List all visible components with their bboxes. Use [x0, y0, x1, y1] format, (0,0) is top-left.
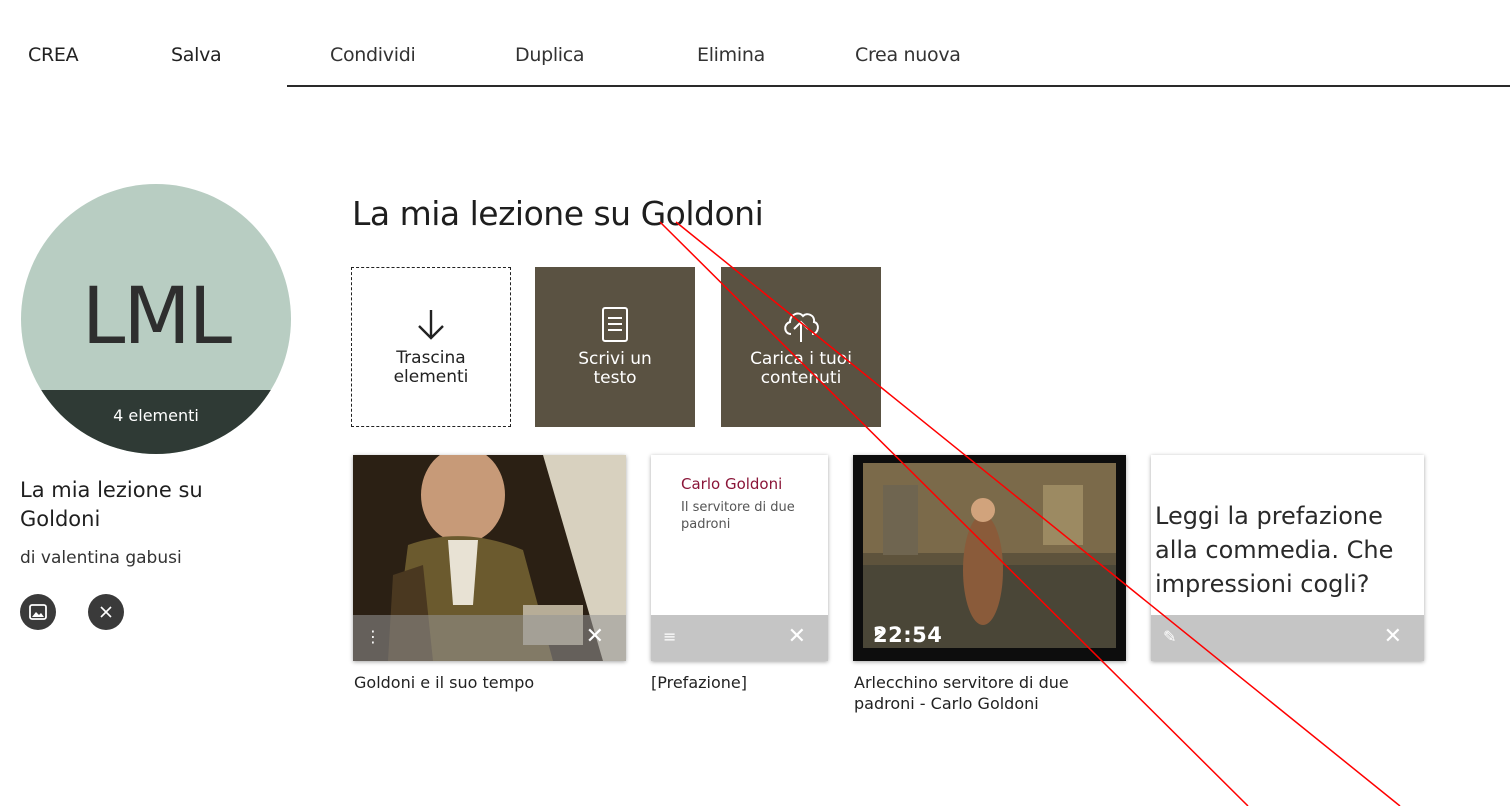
drag-elements-dropzone[interactable]: Trascina elementi — [351, 267, 511, 427]
nav-crea-nuova[interactable]: Crea nuova — [855, 44, 961, 66]
document-icon: ≡ — [663, 627, 677, 646]
document-title: Carlo Goldoni — [681, 475, 783, 493]
avatar-initials: LML — [81, 272, 232, 362]
content-card-video[interactable]: 22:54 ▶ — [853, 455, 1126, 661]
document-subtitle: Il servitore di due padroni — [681, 500, 795, 532]
change-image-button[interactable] — [20, 594, 56, 630]
drag-elements-label: Trascina elementi — [393, 348, 469, 387]
write-text-label: Scrivi un testo — [578, 349, 652, 388]
card-caption[interactable]: Goldoni e il suo tempo — [354, 672, 624, 693]
remove-card-button[interactable]: ✕ — [586, 624, 604, 649]
nav-condividi[interactable]: Condividi — [330, 44, 416, 66]
youtube-icon: ▶ — [875, 625, 884, 638]
nav-crea[interactable]: CREA — [28, 44, 79, 66]
note-text: Leggi la prefazione alla commedia. Che i… — [1155, 502, 1394, 598]
write-text-button[interactable]: Scrivi un testo — [535, 267, 695, 427]
close-icon — [100, 606, 112, 618]
card-footer: ≡ ✕ — [651, 615, 828, 661]
remove-card-button[interactable]: ✕ — [1384, 624, 1402, 649]
gallery-icon: ⋮ — [365, 627, 381, 646]
nav-salva[interactable]: Salva — [171, 44, 222, 66]
remove-card-button[interactable]: ✕ — [788, 624, 806, 649]
content-card-note[interactable]: Leggi la prefazione alla commedia. Che i… — [1151, 455, 1424, 661]
nav-duplica[interactable]: Duplica — [515, 44, 585, 66]
pencil-icon: ✎ — [1163, 627, 1177, 646]
lesson-author: di valentina gabusi — [20, 548, 182, 568]
card-caption[interactable]: Arlecchino servitore di due padroni - Ca… — [854, 672, 1124, 714]
upload-content-button[interactable]: Carica i tuoi contenuti — [721, 267, 881, 427]
arrow-down-icon — [418, 310, 444, 340]
lesson-title: La mia lezione su Goldoni — [20, 478, 203, 531]
image-icon — [29, 604, 47, 620]
card-footer: ✎ ✕ — [1151, 615, 1424, 661]
element-count: 4 elementi — [113, 406, 199, 425]
page-title: La mia lezione su Goldoni — [352, 194, 764, 233]
nav-elimina[interactable]: Elimina — [697, 44, 765, 66]
nav-divider — [287, 85, 1510, 87]
top-navigation: CREA Salva Condividi Duplica Elimina Cre… — [0, 0, 1510, 87]
document-icon — [602, 307, 628, 342]
upload-content-label: Carica i tuoi contenuti — [750, 349, 852, 388]
lesson-avatar: LML 4 elementi — [21, 184, 291, 454]
card-footer: ⋮ ✕ — [353, 615, 626, 661]
card-caption[interactable]: [Prefazione] — [651, 672, 831, 693]
remove-image-button[interactable] — [88, 594, 124, 630]
content-card-gallery[interactable]: ⋮ ✕ — [353, 455, 626, 661]
upload-icon — [784, 312, 819, 342]
content-card-document[interactable]: Carlo Goldoni Il servitore di due padron… — [651, 455, 828, 661]
